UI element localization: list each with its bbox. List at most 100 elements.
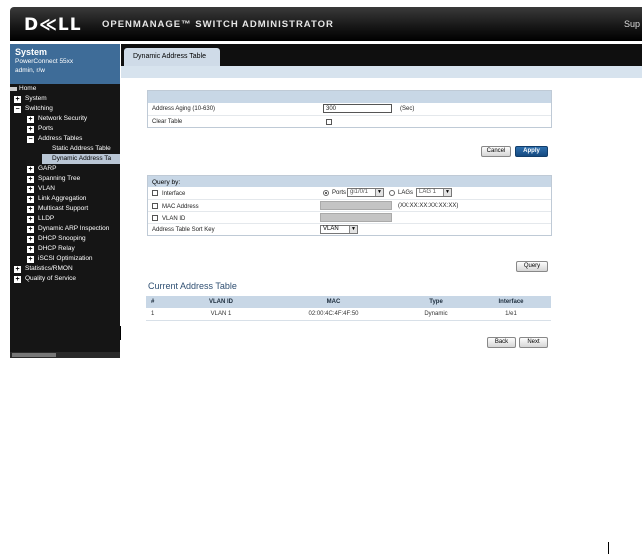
lags-radio[interactable] <box>389 190 395 196</box>
table-cell: 1 <box>146 308 176 321</box>
tab-strip: Dynamic Address Table <box>121 44 642 66</box>
tree-item-dhcp-snooping[interactable]: + DHCP Snooping <box>27 234 86 244</box>
interface-checkbox[interactable] <box>152 190 158 196</box>
vlan-id-input[interactable] <box>320 213 392 222</box>
column-header[interactable]: Type <box>401 296 471 308</box>
expand-icon[interactable]: + <box>27 245 34 253</box>
table-row[interactable]: 1 VLAN 1 02:00:4C:4F:4F:50 Dynamic 1/e1 <box>146 308 551 321</box>
tree-item-label: iSCSI Optimization <box>38 255 93 262</box>
support-link[interactable]: Sup <box>624 19 640 29</box>
clear-table-checkbox[interactable] <box>326 119 332 125</box>
tree-item-spanning-tree[interactable]: + Spanning Tree <box>27 174 80 184</box>
tree-item-label: Dynamic ARP Inspection <box>38 225 110 232</box>
expand-icon[interactable]: + <box>27 175 34 183</box>
tree-item-label: LLDP <box>38 215 55 222</box>
tree-item-statistics-rmon[interactable]: + Statistics/RMON <box>14 264 73 274</box>
tree-item-ports[interactable]: + Ports <box>27 124 53 134</box>
vlan-checkbox[interactable] <box>152 215 158 221</box>
clear-table-label: Clear Table <box>152 119 183 125</box>
query-button[interactable]: Query <box>516 261 548 272</box>
mac-checkbox[interactable] <box>152 203 158 209</box>
apply-button[interactable]: Apply <box>515 146 548 157</box>
next-button[interactable]: Next <box>519 337 548 348</box>
tree-item-address-tables[interactable]: − Address Tables <box>27 134 82 144</box>
expand-icon[interactable]: + <box>27 165 34 173</box>
tree-item-label: Switching <box>25 105 53 112</box>
expand-icon[interactable]: + <box>14 275 21 283</box>
interface-row: Interface Ports gi1/0/1 ▼ LAGs LAG 1 ▼ <box>148 187 551 199</box>
expand-icon[interactable]: + <box>27 205 34 213</box>
expand-icon[interactable]: + <box>27 215 34 223</box>
expand-icon[interactable]: + <box>27 255 34 263</box>
table-cell: VLAN 1 <box>176 308 266 321</box>
expand-icon[interactable]: + <box>27 195 34 203</box>
tree-item-multicast-support[interactable]: + Multicast Support <box>27 204 88 214</box>
tab-underline-bar <box>121 66 642 78</box>
collapse-icon[interactable]: − <box>27 135 34 143</box>
sort-key-select[interactable]: VLAN ▼ <box>320 225 358 234</box>
tree-item-label: DHCP Snooping <box>38 235 86 242</box>
tab-dynamic-address-table[interactable]: Dynamic Address Table <box>124 48 220 66</box>
tree-item-quality-of-service[interactable]: + Quality of Service <box>14 274 76 284</box>
back-button[interactable]: Back <box>487 337 516 348</box>
sidebar-horizontal-scrollbar[interactable] <box>10 352 120 358</box>
tree-item-network-security[interactable]: + Network Security <box>27 114 87 124</box>
system-info[interactable]: System PowerConnect 55xx admin, r/w <box>10 44 120 84</box>
system-user: admin, r/w <box>15 67 45 74</box>
system-title: System <box>15 47 48 57</box>
tree-item-iscsi-optimization[interactable]: + iSCSI Optimization <box>27 254 93 264</box>
tree-item-system[interactable]: + System <box>14 94 47 104</box>
column-header[interactable]: # <box>146 296 176 308</box>
mac-label: MAC Address <box>162 204 199 210</box>
expand-icon[interactable]: + <box>27 115 34 123</box>
expand-icon[interactable]: + <box>27 125 34 133</box>
tree-item-switching[interactable]: − Switching <box>14 104 53 114</box>
page-margin-rule <box>608 542 609 554</box>
vlan-row: VLAN ID <box>148 211 551 223</box>
tree-item-dhcp-relay[interactable]: + DHCP Relay <box>27 244 75 254</box>
ports-select[interactable]: gi1/0/1 ▼ <box>347 188 384 197</box>
lags-select[interactable]: LAG 1 ▼ <box>416 188 452 197</box>
tree-item-garp[interactable]: + GARP <box>27 164 56 174</box>
mac-option: MAC Address <box>152 203 199 210</box>
tree-item-label: Multicast Support <box>38 205 89 212</box>
tree-item-link-aggregation[interactable]: + Link Aggregation <box>27 194 86 204</box>
tree-item-dynamic-arp-inspection[interactable]: + Dynamic ARP Inspection <box>27 224 109 234</box>
tree-item-lldp[interactable]: + LLDP <box>27 214 54 224</box>
tree-item-label: GARP <box>38 165 57 172</box>
collapse-icon[interactable]: − <box>14 105 21 113</box>
tree-item-label: Link Aggregation <box>38 195 87 202</box>
expand-icon[interactable]: + <box>27 225 34 233</box>
chevron-down-icon: ▼ <box>349 226 357 233</box>
tree-item-vlan[interactable]: + VLAN <box>27 184 55 194</box>
tree-item-label: Quality of Service <box>25 275 76 282</box>
tree-item-home[interactable]: Home <box>10 84 36 94</box>
column-header[interactable]: Interface <box>471 296 551 308</box>
expand-icon[interactable]: + <box>14 95 21 103</box>
ports-radio[interactable] <box>323 190 329 196</box>
aging-panel: Address Aging (10-630) 300 (Sec) Clear T… <box>147 90 552 128</box>
scrollbar-thumb[interactable] <box>12 353 56 357</box>
main-content: Dynamic Address Table Address Aging (10-… <box>121 44 642 358</box>
query-panel: Query by: Interface Ports gi1/0/1 ▼ LAGs … <box>147 175 552 236</box>
address-table: # VLAN ID MAC Type Interface 1 VLAN 1 02… <box>146 296 551 321</box>
expand-icon[interactable]: + <box>27 185 34 193</box>
table-cell: Dynamic <box>401 308 471 321</box>
tree-item-label: Spanning Tree <box>38 175 81 182</box>
vlan-option: VLAN ID <box>152 215 185 222</box>
mac-row: MAC Address (XX:XX:XX:XX:XX:XX) <box>148 199 551 211</box>
expand-icon[interactable]: + <box>27 235 34 243</box>
sort-key-value: VLAN <box>323 226 339 232</box>
ports-select-value: gi1/0/1 <box>350 189 369 195</box>
column-header[interactable]: VLAN ID <box>176 296 266 308</box>
column-header[interactable]: MAC <box>266 296 401 308</box>
aging-input[interactable]: 300 <box>323 104 392 113</box>
tree-item-dynamic-address-table[interactable]: Dynamic Address Ta <box>42 154 120 164</box>
lags-select-value: LAG 1 <box>419 189 437 195</box>
mac-address-input[interactable] <box>320 201 392 210</box>
cancel-button[interactable]: Cancel <box>481 146 511 157</box>
tree-item-static-address-table[interactable]: Static Address Table <box>52 144 111 154</box>
expand-icon[interactable]: + <box>14 265 21 273</box>
tree-item-label: Network Security <box>38 115 88 122</box>
header-bar: D≪LL OPENMANAGE™ SWITCH ADMINISTRATOR Su… <box>10 7 642 41</box>
